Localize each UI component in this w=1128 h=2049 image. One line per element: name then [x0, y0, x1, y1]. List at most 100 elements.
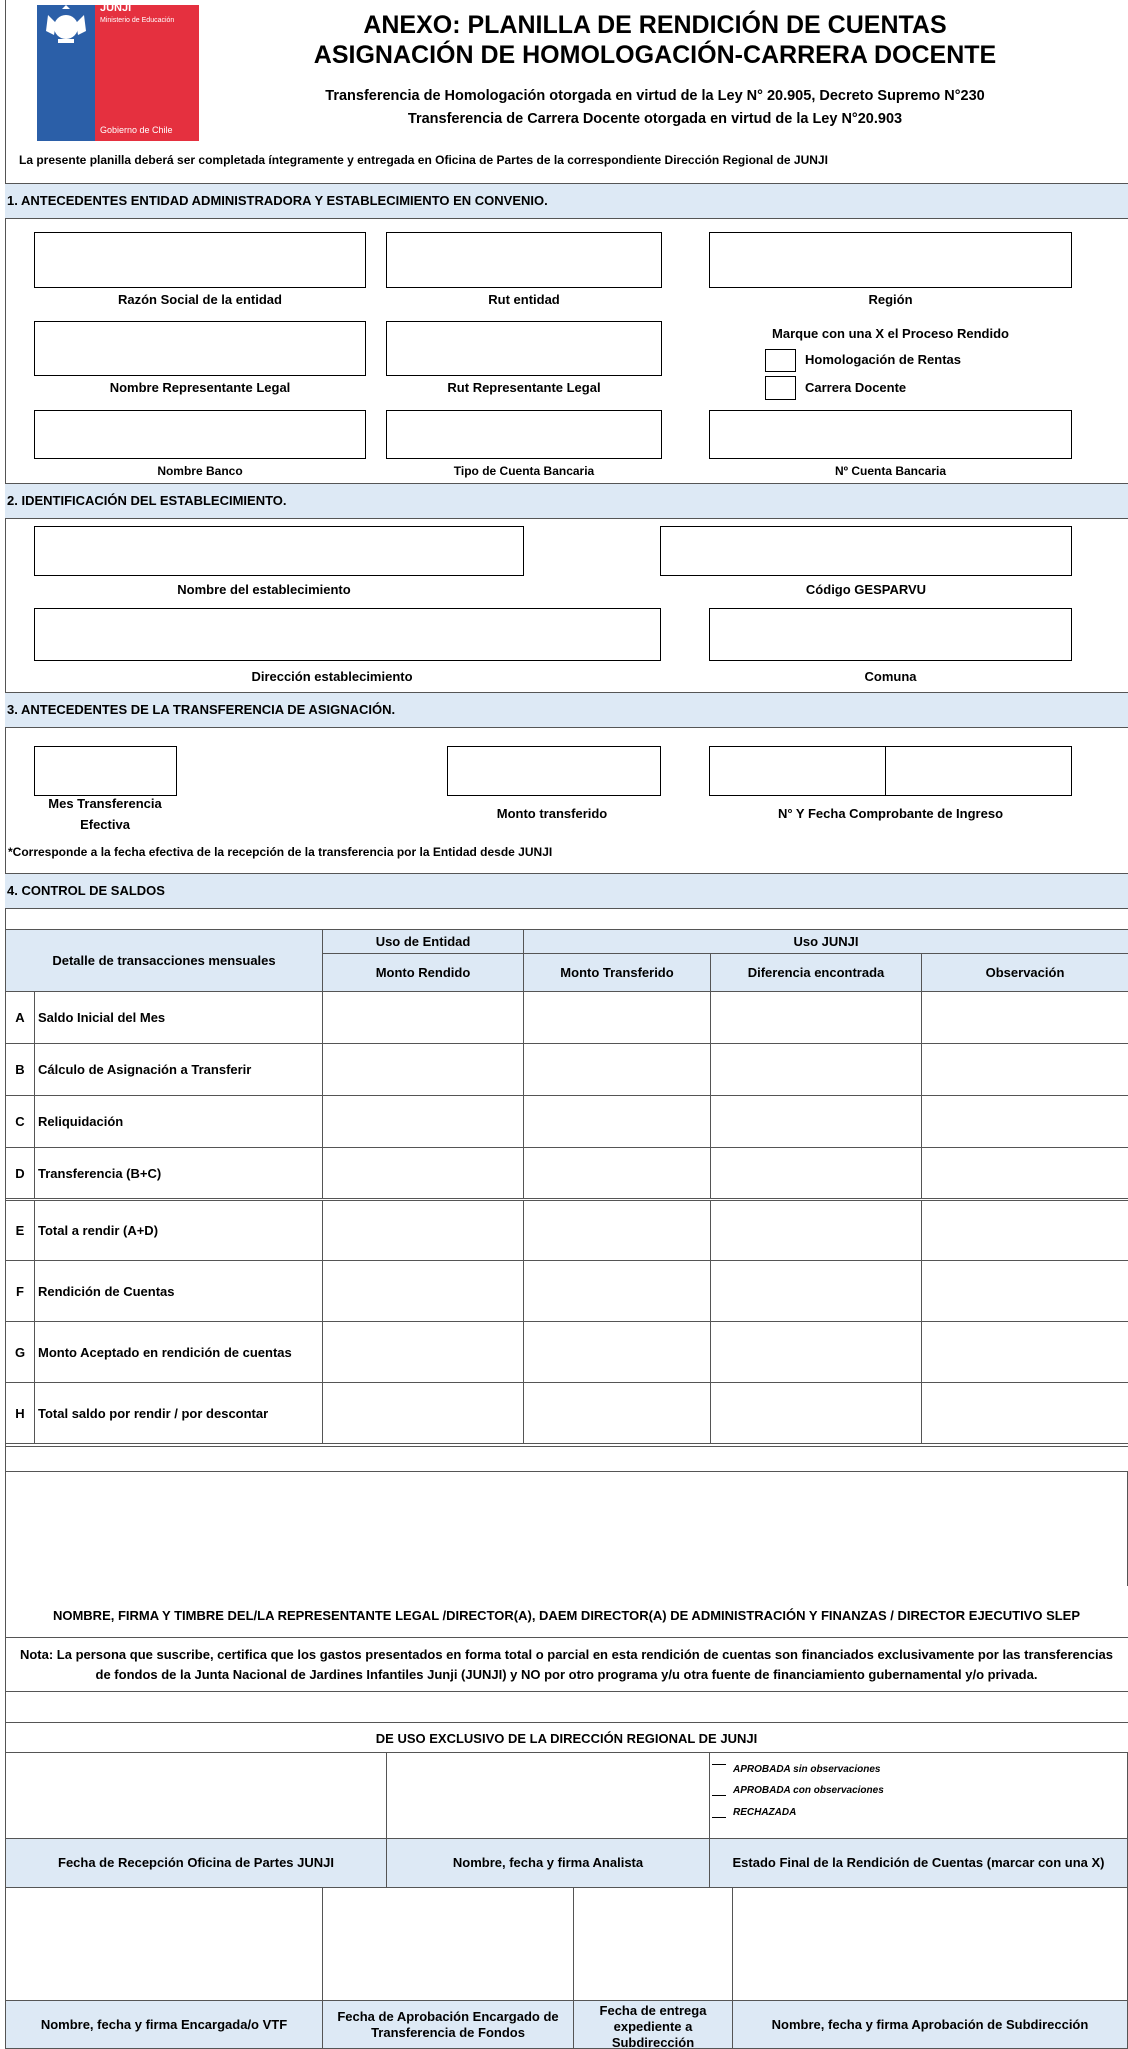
observacion-cell[interactable] — [920, 1095, 1128, 1148]
fecha-recepcion-header: Fecha de Recepción Oficina de Partes JUN… — [5, 1838, 387, 1888]
row-label: Total saldo por rendir / por descontar — [34, 1382, 323, 1444]
instruction-text: La presente planilla deberá ser completa… — [19, 153, 828, 167]
razon-social-field[interactable] — [34, 232, 366, 288]
status-mark-line[interactable] — [712, 1795, 726, 1796]
monto-rendido-cell[interactable] — [322, 1260, 524, 1322]
region-field[interactable] — [709, 232, 1072, 288]
monto-rendido-cell[interactable] — [322, 1199, 524, 1261]
divider — [5, 1637, 1128, 1638]
rut-entidad-field[interactable] — [386, 232, 662, 288]
observacion-cell[interactable] — [920, 1321, 1128, 1383]
monto-transferido-cell[interactable] — [523, 1321, 711, 1383]
numero-cuenta-label: Nº Cuenta Bancaria — [834, 464, 947, 478]
status-mark-line[interactable] — [712, 1817, 726, 1818]
row-letter: G — [5, 1321, 35, 1383]
nombre-banco-field[interactable] — [34, 410, 366, 459]
divider — [5, 1722, 1128, 1723]
diferencia-cell[interactable] — [710, 1095, 922, 1148]
nombre-representante-field[interactable] — [34, 321, 366, 376]
fecha-entrega-header-line3: Subdirección — [611, 2035, 695, 2049]
rut-entidad-label: Rut entidad — [488, 292, 560, 307]
row-letter: B — [5, 1043, 35, 1096]
section-2-title: 2. IDENTIFICACIÓN DEL ESTABLECIMIENTO. — [5, 483, 1128, 519]
analista-header: Nombre, fecha y firma Analista — [386, 1838, 710, 1888]
diferencia-cell[interactable] — [710, 1382, 922, 1444]
divider — [5, 1471, 1128, 1472]
analista-field[interactable] — [386, 1752, 710, 1839]
monto-transferido-cell[interactable] — [523, 991, 711, 1044]
monto-transferido-cell[interactable] — [523, 1260, 711, 1322]
codigo-gesparvu-field[interactable] — [660, 526, 1072, 576]
observacion-cell[interactable] — [920, 1382, 1128, 1444]
row-label: Transferencia (B+C) — [34, 1147, 323, 1200]
numero-comprobante-field[interactable] — [709, 746, 886, 796]
nombre-banco-label: Nombre Banco — [157, 464, 243, 478]
comprobante-label: N° Y Fecha Comprobante de Ingreso — [777, 806, 1004, 821]
fecha-comprobante-field[interactable] — [885, 746, 1072, 796]
tipo-cuenta-label: Tipo de Cuenta Bancaria — [453, 464, 595, 478]
fecha-entrega-header-line2: expediente a — [613, 2019, 693, 2034]
observacion-cell[interactable] — [920, 1260, 1128, 1322]
monto-rendido-cell[interactable] — [322, 1321, 524, 1383]
homologacion-label: Homologación de Rentas — [805, 352, 962, 367]
comuna-field[interactable] — [709, 608, 1072, 661]
direccion-field[interactable] — [34, 608, 661, 661]
fecha-entrega-header-line1: Fecha de entrega — [599, 2003, 707, 2018]
fecha-recepcion-field[interactable] — [5, 1752, 387, 1839]
monto-transferido-header: Monto Transferido — [523, 953, 711, 992]
divider — [5, 1691, 1128, 1692]
observacion-cell[interactable] — [920, 991, 1128, 1044]
diferencia-header: Diferencia encontrada — [710, 953, 922, 992]
monto-transferido-field[interactable] — [447, 746, 661, 796]
subdireccion-field[interactable] — [732, 1887, 1128, 2001]
monto-rendido-cell[interactable] — [322, 1095, 524, 1148]
logo-ministry: Ministerio de Educación — [100, 17, 175, 24]
mes-transferencia-label-line2: Efectiva — [80, 817, 130, 832]
marque-label: Marque con una X el Proceso Rendido — [772, 326, 1009, 341]
monto-transferido-cell[interactable] — [523, 1147, 711, 1200]
monto-transferido-cell[interactable] — [523, 1043, 711, 1096]
monto-rendido-cell[interactable] — [322, 1382, 524, 1444]
row-label: Total a rendir (A+D) — [34, 1199, 323, 1261]
page-title-line2: ASIGNACIÓN DE HOMOLOGACIÓN-CARRERA DOCEN… — [313, 41, 997, 69]
monto-rendido-cell[interactable] — [322, 1147, 524, 1200]
numero-cuenta-field[interactable] — [709, 410, 1072, 459]
monto-rendido-cell[interactable] — [322, 991, 524, 1044]
status-mark-line[interactable] — [712, 1764, 726, 1765]
fecha-entrega-field[interactable] — [573, 1887, 733, 2001]
estado-final-header: Estado Final de la Rendición de Cuentas … — [709, 1838, 1128, 1888]
mes-transferencia-field[interactable] — [34, 746, 177, 796]
control-saldos-table: Detalle de transacciones mensuales Uso d… — [5, 929, 1128, 1444]
fecha-aprobacion-field[interactable] — [322, 1887, 574, 2001]
detalle-header: Detalle de transacciones mensuales — [5, 929, 323, 992]
firma-representante-label: NOMBRE, FIRMA Y TIMBRE DEL/LA REPRESENTA… — [52, 1608, 1081, 1623]
fecha-aprobacion-header: Fecha de Aprobación Encargado de Transfe… — [322, 2000, 574, 2049]
status-rechazada: RECHAZADA — [733, 1807, 797, 1818]
carrera-docente-checkbox[interactable] — [765, 376, 796, 400]
diferencia-cell[interactable] — [710, 1043, 922, 1096]
rut-representante-field[interactable] — [386, 321, 662, 376]
diferencia-cell[interactable] — [710, 991, 922, 1044]
status-aprobada-sin: APROBADA sin observaciones — [733, 1764, 881, 1775]
nombre-establecimiento-field[interactable] — [34, 526, 524, 576]
diferencia-cell[interactable] — [710, 1147, 922, 1200]
monto-transferido-cell[interactable] — [523, 1382, 711, 1444]
monto-transferido-cell[interactable] — [523, 1095, 711, 1148]
observacion-cell[interactable] — [920, 1199, 1128, 1261]
row-letter: E — [5, 1199, 35, 1261]
status-aprobada-con: APROBADA con observaciones — [733, 1785, 884, 1796]
nombre-establecimiento-label: Nombre del establecimiento — [177, 582, 351, 597]
tipo-cuenta-field[interactable] — [386, 410, 662, 459]
row-label: Cálculo de Asignación a Transferir — [34, 1043, 323, 1096]
diferencia-cell[interactable] — [710, 1321, 922, 1383]
diferencia-cell[interactable] — [710, 1199, 922, 1261]
observacion-cell[interactable] — [920, 1043, 1128, 1096]
homologacion-checkbox[interactable] — [765, 349, 796, 372]
row-letter: C — [5, 1095, 35, 1148]
monto-transferido-cell[interactable] — [523, 1199, 711, 1261]
diferencia-cell[interactable] — [710, 1260, 922, 1322]
coat-of-arms-icon — [46, 5, 86, 43]
observacion-cell[interactable] — [920, 1147, 1128, 1200]
encargada-vtf-field[interactable] — [5, 1887, 323, 2001]
monto-rendido-cell[interactable] — [322, 1043, 524, 1096]
